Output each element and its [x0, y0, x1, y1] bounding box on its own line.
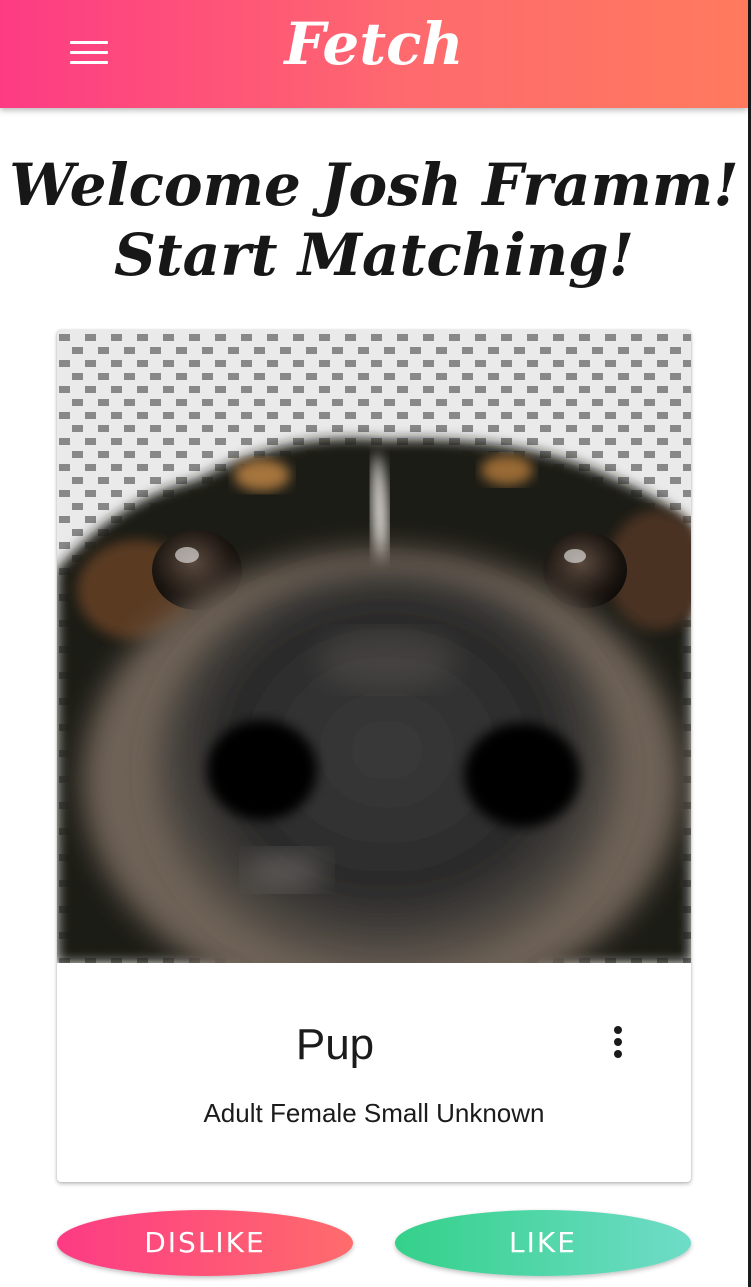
- app-header: Fetch: [0, 0, 748, 108]
- pet-card: Pup Adult Female Small Unknown: [57, 330, 691, 1182]
- welcome-line-1: Welcome Josh Framm!: [9, 151, 739, 219]
- more-vertical-icon[interactable]: [605, 1022, 631, 1062]
- dislike-button[interactable]: DISLIKE: [57, 1210, 353, 1276]
- pet-name: Pup: [295, 1020, 375, 1069]
- like-button[interactable]: LIKE: [395, 1210, 691, 1276]
- pet-photo: [57, 330, 691, 963]
- app-logo: Fetch: [284, 10, 464, 78]
- welcome-heading: Welcome Josh Framm! Start Matching!: [0, 150, 748, 290]
- pet-details: Adult Female Small Unknown: [203, 1098, 545, 1128]
- welcome-line-2: Start Matching!: [113, 221, 635, 289]
